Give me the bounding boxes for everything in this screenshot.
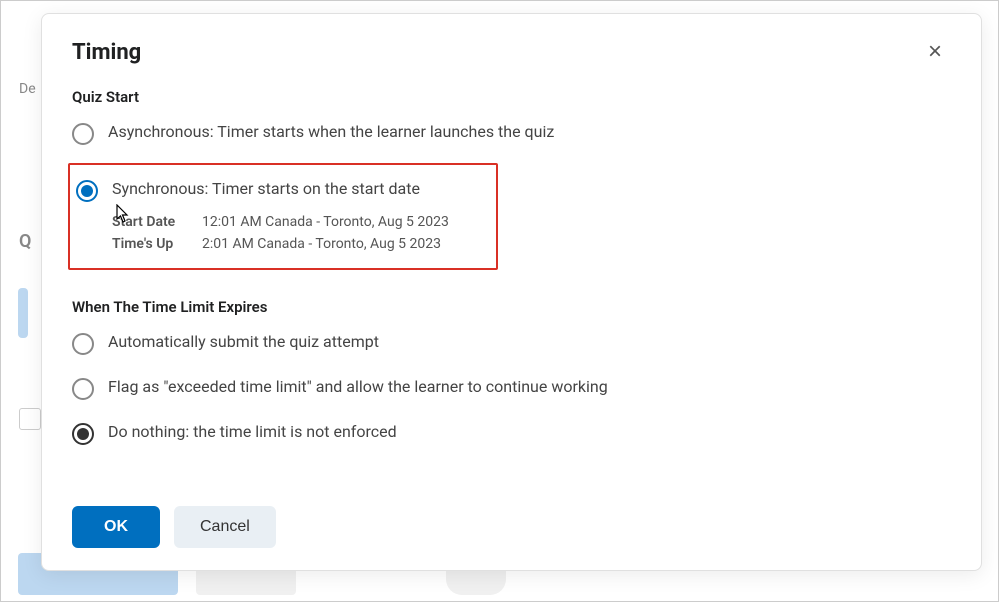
modal-footer: OK Cancel: [42, 488, 981, 570]
radio-flag[interactable]: [72, 378, 94, 400]
radio-do-nothing[interactable]: [72, 423, 94, 445]
modal-header: Timing ×: [42, 14, 981, 78]
radio-sync[interactable]: [76, 180, 98, 202]
start-date-row: Start Date 12:01 AM Canada - Toronto, Au…: [112, 214, 486, 230]
quiz-start-section-label: Quiz Start: [72, 88, 951, 106]
body-spacer: [72, 463, 951, 488]
bg-q-icon: Q: [19, 231, 31, 252]
start-date-value: 12:01 AM Canada - Toronto, Aug 5 2023: [202, 214, 449, 230]
radio-do-nothing-label: Do nothing: the time limit is not enforc…: [108, 422, 397, 441]
radio-option-flag[interactable]: Flag as "exceeded time limit" and allow …: [72, 373, 951, 404]
timing-modal: Timing × Quiz Start Asynchronous: Timer …: [41, 13, 982, 571]
radio-auto-submit-label: Automatically submit the quiz attempt: [108, 332, 379, 351]
radio-option-do-nothing[interactable]: Do nothing: the time limit is not enforc…: [72, 418, 951, 449]
times-up-row: Time's Up 2:01 AM Canada - Toronto, Aug …: [112, 236, 486, 252]
radio-async-label: Asynchronous: Timer starts when the lear…: [108, 122, 554, 141]
synchronous-highlight-box: Synchronous: Timer starts on the start d…: [68, 163, 498, 270]
radio-flag-label: Flag as "exceeded time limit" and allow …: [108, 377, 608, 396]
radio-option-auto-submit[interactable]: Automatically submit the quiz attempt: [72, 328, 951, 359]
radio-option-asynchronous[interactable]: Asynchronous: Timer starts when the lear…: [72, 118, 951, 149]
start-date-label: Start Date: [112, 214, 202, 230]
radio-option-synchronous[interactable]: Synchronous: Timer starts on the start d…: [72, 175, 486, 206]
bg-accent-bar: [18, 288, 28, 338]
radio-sync-label: Synchronous: Timer starts on the start d…: [112, 179, 420, 198]
ok-button[interactable]: OK: [72, 506, 160, 548]
times-up-value: 2:01 AM Canada - Toronto, Aug 5 2023: [202, 236, 441, 252]
bg-label: De: [19, 81, 36, 97]
bg-checkbox: [19, 408, 41, 430]
radio-auto-submit[interactable]: [72, 333, 94, 355]
cancel-button[interactable]: Cancel: [174, 506, 276, 548]
close-icon: ×: [928, 38, 942, 65]
sync-details: Start Date 12:01 AM Canada - Toronto, Au…: [112, 214, 486, 252]
time-limit-section-label: When The Time Limit Expires: [72, 298, 951, 316]
modal-title: Timing: [72, 40, 141, 65]
radio-async[interactable]: [72, 123, 94, 145]
close-button[interactable]: ×: [919, 36, 951, 68]
modal-body[interactable]: Quiz Start Asynchronous: Timer starts wh…: [42, 78, 981, 488]
times-up-label: Time's Up: [112, 236, 202, 252]
